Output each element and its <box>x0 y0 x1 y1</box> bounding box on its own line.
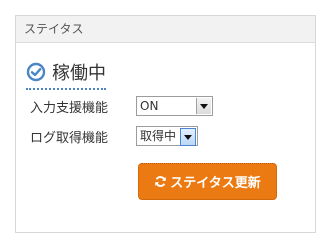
log-capture-value: 取得中 <box>140 129 177 143</box>
refresh-icon <box>155 176 167 187</box>
chevron-down-icon[interactable] <box>180 128 196 146</box>
log-capture-label: ログ取得機能 <box>30 130 109 146</box>
input-support-value: ON <box>140 99 159 113</box>
status-indicator: 稼働中 <box>26 58 106 90</box>
status-label: 稼働中 <box>52 63 106 84</box>
setting-row-log: ログ取得機能 取得中 <box>30 126 198 146</box>
input-support-select[interactable]: ON <box>136 96 213 116</box>
status-update-label: ステイタス更新 <box>170 176 261 191</box>
chevron-down-icon[interactable] <box>196 98 211 114</box>
check-circle-icon <box>26 62 46 82</box>
input-support-label: 入力支援機能 <box>30 100 109 116</box>
log-capture-select[interactable]: 取得中 <box>136 126 198 146</box>
panel-title: ステイタス <box>16 16 315 43</box>
setting-row-input-support: 入力支援機能 ON <box>30 96 213 116</box>
status-panel: ステイタス 稼働中 入力支援機能 ON ログ取得機能 取得中 ステイタス更新 <box>15 15 316 233</box>
status-update-button[interactable]: ステイタス更新 <box>138 163 277 200</box>
